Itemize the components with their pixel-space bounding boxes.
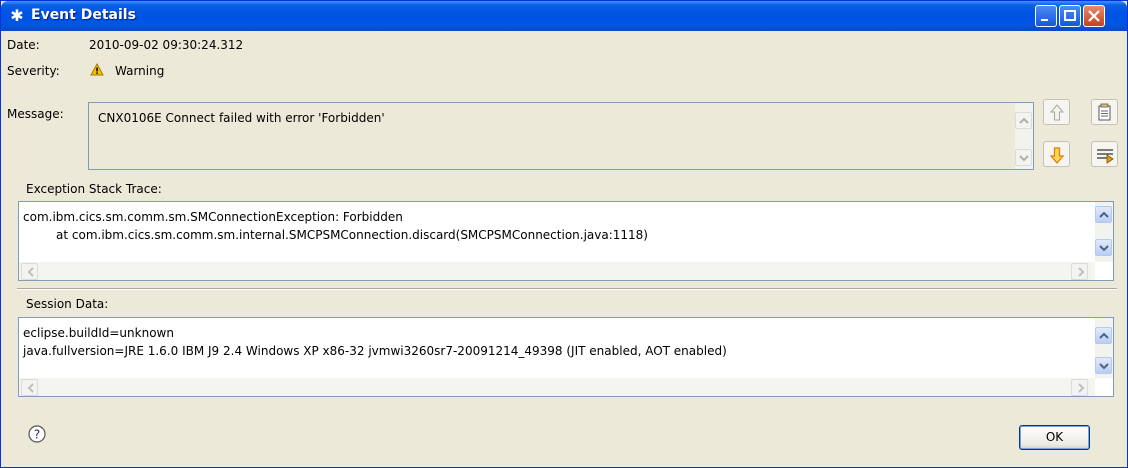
- chevron-down-icon: [1099, 245, 1109, 252]
- chevron-left-icon: [27, 383, 34, 393]
- exception-line-1: com.ibm.cics.sm.comm.sm.SMConnectionExce…: [23, 210, 403, 224]
- ok-button[interactable]: OK: [1019, 425, 1090, 450]
- scroll-down-button[interactable]: [1015, 149, 1032, 166]
- chevron-down-icon: [1019, 155, 1029, 162]
- date-label: Date:: [7, 38, 40, 52]
- event-details-dialog: ✱ Event Details Date: 2010-09-02 09:30:2…: [0, 0, 1128, 468]
- window-title: Event Details: [31, 7, 136, 23]
- copy-button[interactable]: [1091, 99, 1118, 125]
- session-vscroll[interactable]: [1095, 318, 1113, 378]
- svg-text:?: ?: [34, 428, 40, 442]
- maximize-button[interactable]: [1059, 5, 1081, 27]
- message-field[interactable]: CNX0106E Connect failed with error 'Forb…: [88, 102, 1034, 170]
- copy-icon: [1098, 103, 1111, 121]
- minimize-icon: [1041, 19, 1048, 21]
- message-label: Message:: [7, 107, 64, 121]
- scroll-down-button[interactable]: [1095, 357, 1112, 374]
- exception-vscroll[interactable]: [1095, 202, 1113, 262]
- message-text: CNX0106E Connect failed with error 'Forb…: [98, 111, 385, 125]
- minimize-button[interactable]: [1035, 5, 1057, 27]
- previous-event-button[interactable]: [1043, 99, 1070, 125]
- date-value: 2010-09-02 09:30:24.312: [89, 38, 244, 52]
- title-bar[interactable]: ✱ Event Details: [1, 1, 1127, 31]
- chevron-up-icon: [1099, 211, 1109, 218]
- scroll-left-button[interactable]: [21, 263, 38, 280]
- maximize-icon: [1064, 10, 1076, 21]
- exception-label: Exception Stack Trace:: [26, 182, 162, 196]
- session-data-area[interactable]: eclipse.buildId=unknown java.fullversion…: [18, 317, 1114, 397]
- exception-trace-area[interactable]: com.ibm.cics.sm.comm.sm.SMConnectionExce…: [18, 201, 1114, 281]
- severity-label: Severity:: [7, 64, 60, 78]
- chevron-down-icon: [1099, 363, 1109, 370]
- filter-icon: [1097, 149, 1114, 164]
- session-line-2: java.fullversion=JRE 1.6.0 IBM J9 2.4 Wi…: [23, 344, 727, 358]
- warning-icon: [90, 63, 104, 76]
- scroll-right-button[interactable]: [1071, 263, 1088, 280]
- chevron-left-icon: [27, 267, 34, 277]
- message-vscroll[interactable]: [1015, 103, 1033, 169]
- scroll-up-button[interactable]: [1015, 112, 1032, 129]
- section-separator: [17, 288, 1117, 290]
- arrow-down-icon: [1049, 147, 1065, 164]
- scroll-up-button[interactable]: [1095, 206, 1112, 223]
- chevron-up-icon: [1099, 332, 1109, 339]
- arrow-up-icon: [1049, 104, 1065, 121]
- scroll-right-button[interactable]: [1071, 379, 1088, 396]
- chevron-right-icon: [1078, 267, 1085, 277]
- session-line-1: eclipse.buildId=unknown: [23, 326, 174, 340]
- exception-hscroll[interactable]: [19, 262, 1095, 280]
- scroll-up-button[interactable]: [1095, 327, 1112, 344]
- help-icon[interactable]: ?: [27, 424, 47, 444]
- close-icon: [1088, 10, 1100, 22]
- exception-line-2: at com.ibm.cics.sm.comm.sm.internal.SMCP…: [56, 228, 648, 242]
- scroll-down-button[interactable]: [1095, 239, 1112, 256]
- next-event-button[interactable]: [1043, 141, 1070, 167]
- event-star-icon: ✱: [10, 6, 24, 25]
- chevron-right-icon: [1078, 383, 1085, 393]
- filter-button[interactable]: [1091, 141, 1118, 167]
- severity-value: Warning: [115, 64, 165, 78]
- close-button[interactable]: [1083, 5, 1105, 27]
- session-hscroll[interactable]: [19, 378, 1095, 396]
- scroll-left-button[interactable]: [21, 379, 38, 396]
- chevron-up-icon: [1019, 117, 1029, 124]
- session-label: Session Data:: [26, 297, 109, 311]
